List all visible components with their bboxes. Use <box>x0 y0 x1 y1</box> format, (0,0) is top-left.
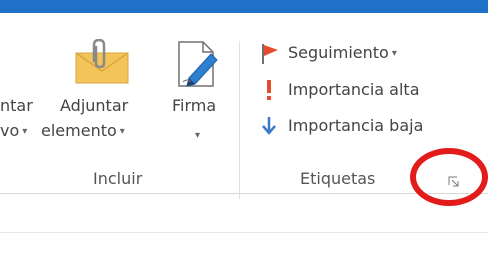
envelope-paperclip-icon[interactable] <box>74 39 130 85</box>
attach-file-label-line2: vo <box>0 121 20 140</box>
group-label-etiquetas: Etiquetas <box>300 169 376 188</box>
flag-icon <box>260 43 280 65</box>
highlight-circle <box>410 148 488 206</box>
attach-file-dropdown[interactable]: vo ▾ <box>0 122 27 143</box>
group-label-incluir: Incluir <box>93 169 143 188</box>
attach-item-label-line1: Adjuntar <box>60 96 129 115</box>
high-importance-label: Importancia alta <box>288 80 420 99</box>
signature-label: Firma <box>172 96 217 115</box>
attach-file-button[interactable]: ntar <box>0 97 33 115</box>
high-importance-button[interactable]: Importancia alta <box>288 81 420 99</box>
attach-item-dropdown[interactable]: elemento ▾ <box>41 122 125 143</box>
attach-item-label-line2: elemento <box>41 121 117 140</box>
title-bar <box>0 0 488 13</box>
low-importance-label: Importancia baja <box>288 116 424 135</box>
attach-file-label-line1: ntar <box>0 96 33 115</box>
follow-up-label: Seguimiento <box>288 43 389 62</box>
down-arrow-icon <box>260 116 278 136</box>
group-separator <box>239 41 240 199</box>
chevron-down-icon: ▾ <box>119 126 125 137</box>
chevron-down-icon: ▾ <box>195 130 201 141</box>
chevron-down-icon: ▾ <box>391 48 397 59</box>
attach-item-label[interactable]: Adjuntar <box>60 97 128 115</box>
low-importance-button[interactable]: Importancia baja <box>288 117 423 135</box>
chevron-down-icon: ▾ <box>22 126 28 137</box>
ribbon-bottom-border <box>0 193 488 194</box>
signature-dropdown[interactable]: ▾ <box>192 126 200 147</box>
signature-button[interactable]: Firma <box>172 97 216 115</box>
follow-up-button[interactable]: Seguimiento ▾ <box>288 44 397 65</box>
content-divider <box>0 232 488 233</box>
exclamation-icon <box>263 79 275 101</box>
signature-pen-icon[interactable] <box>175 38 221 90</box>
